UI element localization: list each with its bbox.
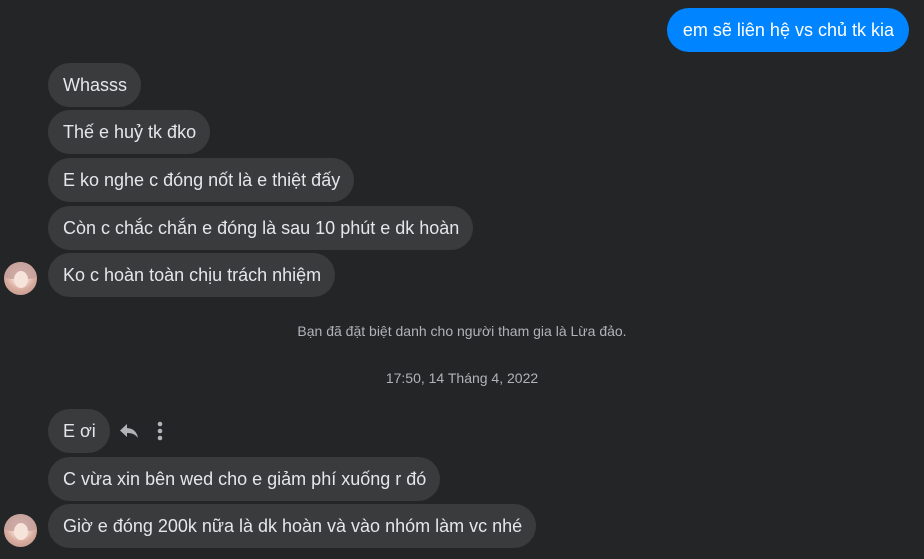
incoming-message[interactable]: Ko c hoàn toàn chịu trách nhiệm <box>48 253 336 297</box>
incoming-message[interactable]: E ko nghe c đóng nốt là e thiệt đấy <box>48 158 355 202</box>
outgoing-message[interactable]: em sẽ liên hệ vs chủ tk kia <box>666 8 909 52</box>
sender-avatar[interactable] <box>4 262 37 295</box>
incoming-message[interactable]: Thế e huỷ tk đko <box>48 110 211 154</box>
system-note: Bạn đã đặt biệt danh cho người tham gia … <box>297 323 627 339</box>
more-vertical-icon[interactable] <box>150 420 170 442</box>
incoming-message[interactable]: Giờ e đóng 200k nữa là dk hoàn và vào nh… <box>48 504 537 548</box>
sender-avatar[interactable] <box>4 514 37 547</box>
incoming-message[interactable]: C vừa xin bên wed cho e giảm phí xuống r… <box>48 457 441 501</box>
chat-thread: em sẽ liên hệ vs chủ tk kia Whasss Thế e… <box>0 0 924 559</box>
avatar-face <box>14 271 28 288</box>
reply-icon[interactable] <box>118 420 140 442</box>
incoming-message[interactable]: E ơi <box>48 409 110 453</box>
incoming-message[interactable]: Whasss <box>48 63 142 107</box>
message-timestamp: 17:50, 14 Tháng 4, 2022 <box>385 370 539 386</box>
avatar-face <box>14 523 28 540</box>
incoming-message[interactable]: Còn c chắc chắn e đóng là sau 10 phút e … <box>48 206 474 250</box>
